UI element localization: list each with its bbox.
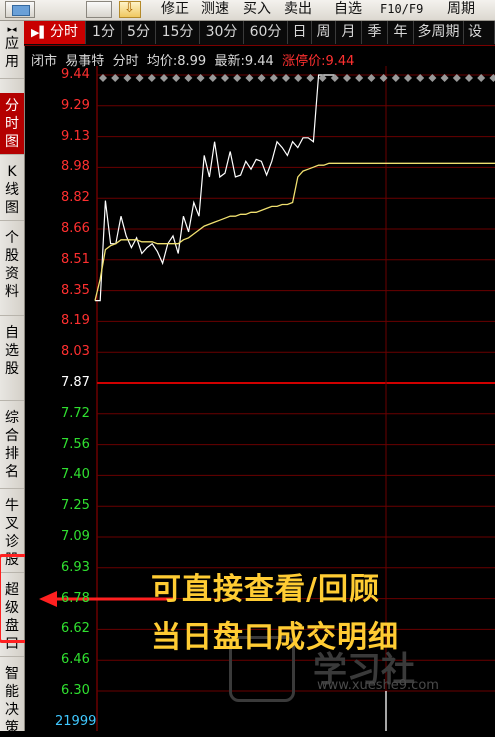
limit-up-value: 9.44: [325, 54, 355, 69]
toolbar-button-buy[interactable]: 买入: [243, 1, 271, 18]
sidebar-item-ranking[interactable]: 综合排名: [0, 401, 24, 489]
sidebar-item-label: 智能决策: [5, 666, 19, 736]
annotation-line-2: 当日盘口成交明细: [151, 620, 399, 655]
y-tick-label: 8.82: [61, 190, 90, 206]
y-tick-label: 6.30: [61, 683, 90, 698]
tab-15min[interactable]: 15分: [156, 21, 200, 44]
tab-label: 分时: [49, 24, 78, 40]
toolbar-button-f10[interactable]: F10/F9: [380, 1, 423, 18]
play-arrow-icon: ▶▌: [31, 26, 48, 39]
y-tick-label: 6.46: [61, 652, 90, 668]
sidebar-item-label: 综合排名: [5, 410, 19, 480]
y-tick-label: 9.29: [61, 97, 90, 113]
tab-multi-period[interactable]: 多周期: [414, 21, 464, 44]
tab-month[interactable]: 月: [336, 21, 362, 44]
toolbar-blank-button[interactable]: [86, 1, 112, 18]
tab-quarter[interactable]: 季: [362, 21, 388, 44]
sidebar-item-label: 自选股: [5, 325, 19, 377]
top-toolbar: ⇩ 修正 测速 买入 卖出 自选 F10/F9 周期: [0, 0, 495, 21]
toolbar-button-sell[interactable]: 卖出: [284, 1, 312, 18]
y-tick-label: 7.40: [61, 467, 90, 483]
annotation-arrowhead-icon: [39, 591, 57, 607]
avg-price-value: 8.99: [177, 54, 207, 69]
last-price-value: 9.44: [244, 54, 274, 69]
y-tick-label: 8.98: [61, 159, 90, 175]
tab-5min[interactable]: 5分: [122, 21, 156, 44]
y-tick-label: 6.93: [61, 559, 90, 575]
window-icon[interactable]: [5, 1, 35, 18]
y-tick-label: 8.03: [61, 344, 90, 360]
sidebar-item-label: K线图: [5, 164, 19, 216]
watermark-url: www.xueshe9.com: [317, 678, 439, 693]
y-tick-label: 7.87: [61, 375, 90, 390]
avg-price-line: [94, 162, 495, 301]
intraday-chart[interactable]: 闭市 易事特 分时 均价:8.99 最新:9.44 涨停价:9.44 9.44 9…: [25, 46, 495, 731]
price-line: [95, 74, 335, 302]
market-status: 闭市: [31, 54, 58, 69]
limit-up-label: 涨停价:: [282, 54, 326, 69]
tab-day[interactable]: 日: [288, 21, 312, 44]
sidebar-item-apps[interactable]: ▸◂ 应用: [0, 21, 24, 79]
period-tabs: ▶▌分时 1分 5分 15分 30分 60分 日 周 月 季 年 多周期 设置: [24, 21, 495, 46]
sidebar-item-label: 应用: [5, 36, 19, 70]
sidebar-item-stock-profile[interactable]: 个股资料: [0, 221, 24, 316]
tab-30min[interactable]: 30分: [200, 21, 244, 44]
sidebar-item-smart-decision[interactable]: 智能决策: [0, 657, 24, 736]
y-tick-label: 6.62: [61, 621, 90, 637]
y-tick-label: 6.78: [61, 590, 90, 606]
tab-timeshare[interactable]: ▶▌ 分时: [24, 21, 86, 44]
expand-caret-icon: ▸◂: [7, 25, 17, 35]
volume-tick-label: 21999: [55, 714, 97, 729]
y-tick-label: 8.19: [61, 313, 90, 329]
sidebar-item-label: 个股资料: [5, 230, 19, 300]
toolbar-button-speedtest[interactable]: 测速: [201, 1, 229, 18]
y-tick-label: 9.44: [61, 67, 90, 82]
y-tick-label: 7.25: [61, 498, 90, 514]
y-tick-label: 8.51: [61, 251, 90, 267]
avg-price-label: 均价:: [146, 54, 178, 69]
annotation-line-1: 可直接查看/回顾: [151, 572, 380, 607]
tab-year[interactable]: 年: [388, 21, 414, 44]
sidebar-item-label: 分时图: [5, 98, 19, 150]
y-tick-label: 7.72: [61, 405, 90, 421]
tab-1min[interactable]: 1分: [86, 21, 122, 44]
y-tick-label: 9.13: [61, 128, 90, 144]
chart-mode: 分时: [112, 54, 139, 69]
y-tick-label: 7.09: [61, 529, 90, 544]
toolbar-button-watchlist[interactable]: 自选: [334, 1, 362, 18]
tab-week[interactable]: 周: [312, 21, 336, 44]
toolbar-button-fix[interactable]: 修正: [161, 1, 189, 18]
tab-settings[interactable]: 设置: [464, 21, 495, 44]
sidebar-item-watchlist[interactable]: 自选股: [0, 316, 24, 401]
y-tick-label: 8.66: [61, 221, 90, 236]
toolbar-button-period[interactable]: 周期: [447, 1, 475, 18]
sidebar-item-kline[interactable]: K线图: [0, 155, 24, 221]
down-arrow-icon[interactable]: ⇩: [119, 1, 141, 18]
tab-60min[interactable]: 60分: [244, 21, 288, 44]
y-tick-label: 7.56: [61, 436, 90, 452]
y-tick-label: 8.35: [61, 282, 90, 298]
sidebar-item-timeshare[interactable]: 分时图: [0, 93, 24, 155]
last-price-label: 最新:: [214, 54, 245, 69]
